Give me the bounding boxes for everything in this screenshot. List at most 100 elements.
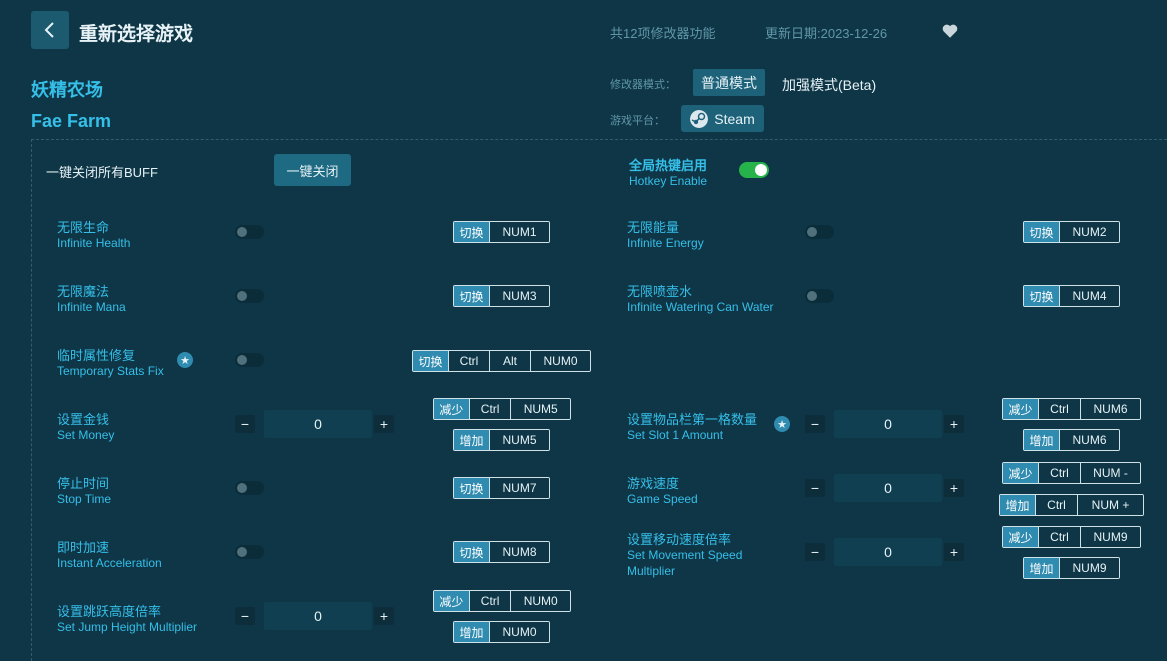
star-icon: ★ (177, 352, 193, 368)
jump-height-input[interactable]: 0 (264, 602, 372, 630)
page-title: 重新选择游戏 (79, 24, 194, 45)
infinite-health-toggle[interactable] (235, 225, 264, 239)
hotkey-enable-toggle[interactable] (739, 162, 769, 178)
normal-mode-button[interactable]: 普通模式 (693, 69, 765, 96)
move-speed-input[interactable]: 0 (834, 538, 942, 566)
hotkey-key: Ctrl (1038, 527, 1080, 547)
option-label-en: Set Money (57, 428, 115, 442)
hotkey-infinite-energy[interactable]: 切换 NUM2 (1023, 221, 1120, 243)
cheat-panel (31, 139, 1167, 661)
option-label-en: Set Jump Height Multiplier (57, 620, 198, 634)
hotkey-key: Ctrl (1038, 463, 1080, 483)
hotkey-key: NUM6 (1059, 430, 1119, 450)
hotkey-set-money-decrease[interactable]: 减少 Ctrl NUM5 (433, 398, 571, 420)
hotkey-key: NUM + (1077, 495, 1143, 515)
hotkey-action: 增加 (1024, 430, 1059, 450)
hotkey-key: Ctrl (1035, 495, 1077, 515)
instant-acceleration-toggle[interactable] (235, 545, 264, 559)
hotkey-set-slot1-increase[interactable]: 增加 NUM6 (1023, 429, 1120, 451)
hotkey-action: 切换 (1024, 222, 1059, 242)
option-label-en-line2: Multiplier (627, 564, 676, 578)
jump-height-decrease-button[interactable]: − (235, 607, 255, 625)
option-label-en: Set Movement Speed (627, 548, 743, 562)
heart-icon[interactable] (941, 22, 959, 40)
hotkey-temp-stats-fix[interactable]: 切换 Ctrl Alt NUM0 (412, 350, 591, 372)
hotkey-key: Ctrl (468, 399, 511, 419)
hotkey-game-speed-increase[interactable]: 增加 Ctrl NUM + (999, 494, 1144, 516)
hotkey-enable-label-en: Hotkey Enable (629, 174, 708, 188)
option-label-en: Infinite Mana (57, 300, 126, 314)
enhanced-mode-button[interactable]: 加强模式(Beta) (782, 75, 876, 95)
option-label-cn: 设置跳跃高度倍率 (57, 604, 162, 619)
hotkey-action: 增加 (1024, 558, 1059, 578)
set-slot1-decrease-button[interactable]: − (805, 415, 825, 433)
option-label-cn: 游戏速度 (627, 476, 680, 491)
hotkey-move-speed-decrease[interactable]: 减少 Ctrl NUM9 (1002, 526, 1141, 548)
move-speed-increase-button[interactable]: + (944, 543, 964, 561)
game-speed-increase-button[interactable]: + (944, 479, 964, 497)
option-label-cn: 无限魔法 (57, 284, 110, 299)
hotkey-action: 切换 (454, 478, 489, 498)
hotkey-key: NUM7 (489, 478, 549, 498)
hotkey-set-money-increase[interactable]: 增加 NUM5 (453, 429, 550, 451)
hotkey-key: NUM6 (1080, 399, 1140, 419)
chevron-left-icon (44, 22, 54, 38)
option-label-cn: 无限能量 (627, 220, 680, 235)
jump-height-increase-button[interactable]: + (374, 607, 394, 625)
star-icon: ★ (774, 416, 790, 432)
hotkey-key: NUM8 (489, 542, 549, 562)
set-money-decrease-button[interactable]: − (235, 415, 255, 433)
set-money-increase-button[interactable]: + (374, 415, 394, 433)
hotkey-key: NUM9 (1059, 558, 1119, 578)
disable-all-buff-label: 一键关闭所有BUFF (46, 165, 158, 180)
option-label-cn: 设置金钱 (57, 412, 110, 427)
hotkey-key: NUM - (1080, 463, 1140, 483)
hotkey-key: NUM5 (489, 430, 549, 450)
hotkey-key: Ctrl (1038, 399, 1080, 419)
hotkey-jump-height-increase[interactable]: 增加 NUM0 (453, 621, 550, 643)
set-slot1-increase-button[interactable]: + (944, 415, 964, 433)
hotkey-enable-label-cn: 全局热键启用 (629, 158, 708, 173)
hotkey-infinite-water[interactable]: 切换 NUM4 (1023, 285, 1120, 307)
move-speed-decrease-button[interactable]: − (805, 543, 825, 561)
hotkey-game-speed-decrease[interactable]: 减少 Ctrl NUM - (1002, 462, 1141, 484)
back-button[interactable] (31, 11, 69, 49)
hotkey-set-slot1-decrease[interactable]: 减少 Ctrl NUM6 (1002, 398, 1141, 420)
option-label-en: Infinite Watering Can Water (627, 300, 774, 314)
infinite-mana-toggle[interactable] (235, 289, 264, 303)
hotkey-action: 增加 (454, 622, 489, 642)
hotkey-jump-height-decrease[interactable]: 减少 Ctrl NUM0 (433, 590, 571, 612)
hotkey-action: 减少 (434, 399, 469, 419)
option-label-cn: 无限喷壶水 (627, 284, 693, 299)
game-title-en: Fae Farm (31, 111, 112, 131)
option-label-en: Infinite Health (57, 236, 131, 250)
steam-icon (690, 109, 709, 128)
hotkey-action: 增加 (454, 430, 489, 450)
hotkey-key: NUM3 (489, 286, 549, 306)
hotkey-instant-acceleration[interactable]: 切换 NUM8 (453, 541, 550, 563)
hotkey-key: NUM0 (530, 351, 590, 371)
hotkey-key: NUM2 (1059, 222, 1119, 242)
platform-label: 游戏平台： (610, 115, 665, 127)
infinite-energy-toggle[interactable] (805, 225, 834, 239)
hotkey-action: 切换 (1024, 286, 1059, 306)
stop-time-toggle[interactable] (235, 481, 264, 495)
hotkey-stop-time[interactable]: 切换 NUM7 (453, 477, 550, 499)
game-title-cn: 妖精农场 (31, 80, 103, 100)
hotkey-key: NUM4 (1059, 286, 1119, 306)
disable-all-button[interactable]: 一键关闭 (274, 154, 351, 186)
game-speed-decrease-button[interactable]: − (805, 479, 825, 497)
infinite-water-toggle[interactable] (805, 289, 834, 303)
set-slot1-input[interactable]: 0 (834, 410, 942, 438)
temp-stats-fix-toggle[interactable] (235, 353, 264, 367)
hotkey-infinite-mana[interactable]: 切换 NUM3 (453, 285, 550, 307)
update-date: 更新日期:2023-12-26 (765, 26, 888, 41)
game-speed-input[interactable]: 0 (834, 474, 942, 502)
option-label-en: Instant Acceleration (57, 556, 162, 570)
hotkey-action: 切换 (454, 286, 489, 306)
set-money-input[interactable]: 0 (264, 410, 372, 438)
hotkey-move-speed-increase[interactable]: 增加 NUM9 (1023, 557, 1120, 579)
hotkey-action: 切换 (413, 351, 448, 371)
steam-platform-button[interactable]: Steam (681, 105, 764, 132)
hotkey-infinite-health[interactable]: 切换 NUM1 (453, 221, 550, 243)
